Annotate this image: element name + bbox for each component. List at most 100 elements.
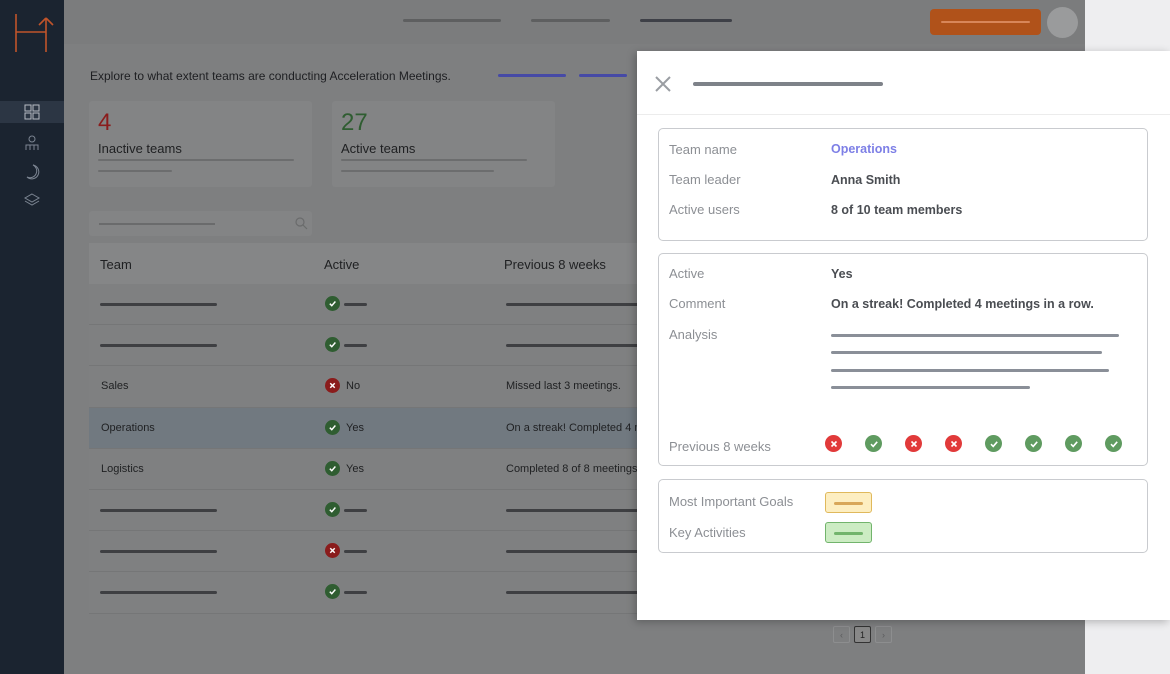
dashboard-icon [24, 104, 40, 120]
active-value: Yes [831, 267, 853, 281]
top-nav-item-3[interactable] [640, 19, 732, 22]
nav-teams[interactable] [0, 132, 64, 154]
active-cell: Yes [346, 462, 364, 475]
goal-tag[interactable] [825, 492, 872, 513]
team-name-label: Team name [669, 142, 737, 157]
search-icon [295, 217, 308, 230]
page-number[interactable]: 1 [854, 626, 871, 643]
team-name-cell[interactable]: Operations [101, 422, 155, 434]
search-input[interactable] [89, 211, 312, 236]
intro-link-1[interactable] [498, 74, 566, 77]
moon-icon [26, 164, 40, 180]
stat-card-inactive: 4 Inactive teams [89, 101, 312, 187]
active-users-value: 8 of 10 team members [831, 203, 963, 217]
active-users-label: Active users [669, 202, 740, 217]
check-icon [865, 435, 882, 452]
pagination: ‹ 1 › [833, 626, 892, 643]
top-nav-item-1[interactable] [403, 19, 501, 22]
active-placeholder [344, 344, 367, 348]
cross-icon [825, 435, 842, 452]
column-header-previous[interactable]: Previous 8 weeks [504, 257, 606, 272]
panel-title [693, 82, 883, 86]
cross-icon [325, 378, 340, 394]
team-leader-value: Anna Smith [831, 173, 901, 187]
check-icon [325, 584, 340, 600]
analysis-label: Analysis [669, 327, 718, 342]
activity-tag[interactable] [825, 522, 872, 543]
primary-action-button[interactable] [930, 9, 1041, 35]
active-placeholder [344, 591, 367, 595]
column-header-active[interactable]: Active [324, 257, 359, 272]
teams-icon [25, 135, 39, 150]
previous-weeks-cell: Completed 8 of 8 meetings. [506, 462, 641, 475]
team-info-box: Team name Operations Team leader Anna Sm… [658, 128, 1148, 241]
prev-page-button[interactable]: ‹ [833, 626, 850, 643]
previous-weeks-placeholder [506, 591, 646, 595]
intro-link-2[interactable] [579, 74, 627, 77]
avatar[interactable] [1047, 7, 1078, 38]
active-placeholder [344, 508, 367, 512]
check-icon [325, 419, 340, 435]
analysis-text-line [831, 351, 1102, 354]
comment-label: Comment [669, 296, 726, 311]
check-icon [325, 460, 340, 476]
active-label: Active [669, 266, 705, 281]
comment-value: On a streak! Completed 4 meetings in a r… [831, 297, 1094, 311]
team-leader-label: Team leader [669, 172, 741, 187]
logo-icon[interactable] [12, 8, 54, 54]
goals-box: Most Important Goals Key Activities [658, 479, 1148, 553]
nav-moon[interactable] [0, 161, 64, 183]
stat-label: Active teams [341, 141, 416, 156]
team-name-placeholder [100, 550, 217, 554]
team-name-placeholder [100, 508, 217, 512]
panel-header [637, 51, 1170, 115]
previous-weeks-placeholder [506, 344, 646, 348]
analysis-text-line [831, 334, 1119, 337]
team-name-link[interactable]: Operations [831, 142, 897, 156]
team-name-placeholder [100, 344, 217, 348]
goals-label: Most Important Goals [669, 494, 794, 509]
cross-icon [905, 435, 922, 452]
check-icon [1065, 435, 1082, 452]
check-icon [1025, 435, 1042, 452]
top-bar [64, 0, 1085, 44]
close-icon[interactable] [654, 75, 672, 93]
nav-layers[interactable] [0, 189, 64, 211]
active-cell: Yes [346, 421, 364, 434]
previous-weeks-placeholder [506, 303, 646, 306]
analysis-text-line [831, 369, 1109, 372]
stat-value: 27 [341, 109, 368, 136]
active-cell: No [346, 380, 361, 393]
check-icon [985, 435, 1002, 452]
check-icon [325, 501, 340, 517]
check-icon [325, 337, 340, 353]
previous-weeks-cell: On a streak! Completed 4 m [506, 421, 644, 434]
stat-value: 4 [98, 109, 112, 136]
activity-box: Active Yes Comment On a streak! Complete… [658, 253, 1148, 466]
next-page-button[interactable]: › [875, 626, 892, 643]
team-detail-panel: Team name Operations Team leader Anna Sm… [637, 51, 1170, 620]
team-name-placeholder [100, 591, 217, 595]
nav-dashboard[interactable] [0, 101, 64, 123]
previous-weeks-placeholder [506, 508, 646, 512]
team-name-cell[interactable]: Logistics [101, 463, 144, 475]
check-icon [325, 296, 340, 311]
team-name-placeholder [100, 303, 217, 306]
layers-icon [24, 193, 40, 206]
analysis-text-line [831, 386, 1030, 389]
top-nav-item-2[interactable] [531, 19, 610, 22]
sidebar [0, 0, 64, 674]
intro-text: Explore to what extent teams are conduct… [90, 69, 451, 83]
activities-label: Key Activities [669, 525, 746, 540]
team-name-cell[interactable]: Sales [101, 380, 129, 392]
previous-weeks-placeholder [506, 550, 646, 554]
previous-weeks-cell: Missed last 3 meetings. [506, 380, 621, 393]
stat-card-active: 27 Active teams [332, 101, 555, 187]
previous-weeks-label: Previous 8 weeks [669, 439, 771, 454]
stat-label: Inactive teams [98, 141, 182, 156]
column-header-team[interactable]: Team [100, 257, 132, 272]
active-placeholder [344, 550, 367, 554]
active-placeholder [344, 303, 367, 306]
check-icon [1105, 435, 1122, 452]
cross-icon [945, 435, 962, 452]
